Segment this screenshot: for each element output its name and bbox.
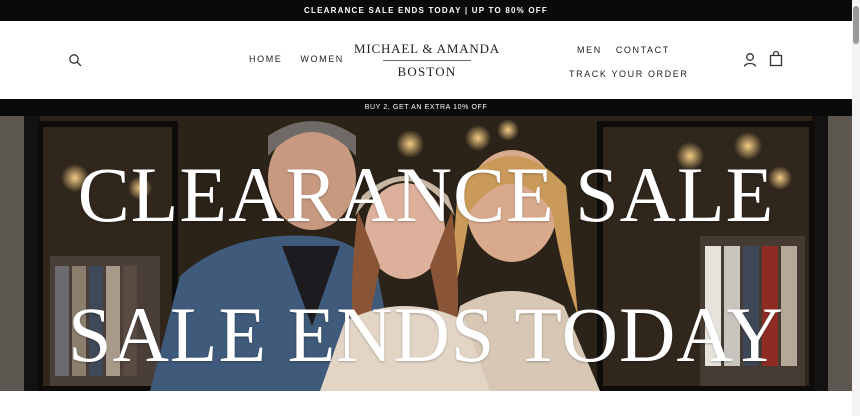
search-icon (69, 54, 82, 67)
nav-right-secondary: TRACK YOUR ORDER (569, 64, 688, 82)
logo-line2: BOSTON (397, 64, 457, 79)
logo-line1: MICHAEL & AMANDA (354, 41, 500, 56)
announcement-bar: CLEARANCE SALE ENDS TODAY | UP TO 80% OF… (0, 0, 852, 21)
announcement-text: CLEARANCE SALE ENDS TODAY | UP TO 80% OF… (304, 6, 548, 15)
page-scrollbar[interactable] (852, 0, 860, 416)
nav-home[interactable]: HOME (249, 54, 282, 64)
logo-divider (383, 60, 471, 61)
site-header: HOME WOMEN MICHAEL & AMANDA BOSTON MEN C… (0, 21, 852, 99)
account-icon (743, 53, 757, 67)
site-logo[interactable]: MICHAEL & AMANDA BOSTON (354, 41, 500, 80)
cart-icon (769, 50, 783, 67)
promo-text: BUY 2, GET AN EXTRA 10% OFF (364, 104, 488, 111)
nav-left: HOME WOMEN (249, 54, 344, 64)
nav-track-order[interactable]: TRACK YOUR ORDER (569, 69, 688, 79)
search-button[interactable] (68, 53, 82, 67)
nav-right: MEN CONTACT (577, 45, 670, 55)
promo-bar: BUY 2, GET AN EXTRA 10% OFF (0, 99, 852, 116)
cart-button[interactable] (769, 50, 783, 67)
scrollbar-thumb[interactable] (853, 6, 859, 44)
hero-title-line1: CLEARANCE SALE (77, 151, 775, 238)
nav-men[interactable]: MEN (577, 45, 602, 55)
hero-banner[interactable]: CLEARANCE SALE SALE ENDS TODAY (0, 116, 852, 391)
nav-contact[interactable]: CONTACT (616, 45, 670, 55)
hero-title-line2: SALE ENDS TODAY (68, 291, 784, 378)
account-button[interactable] (743, 52, 757, 68)
nav-women[interactable]: WOMEN (300, 54, 344, 64)
